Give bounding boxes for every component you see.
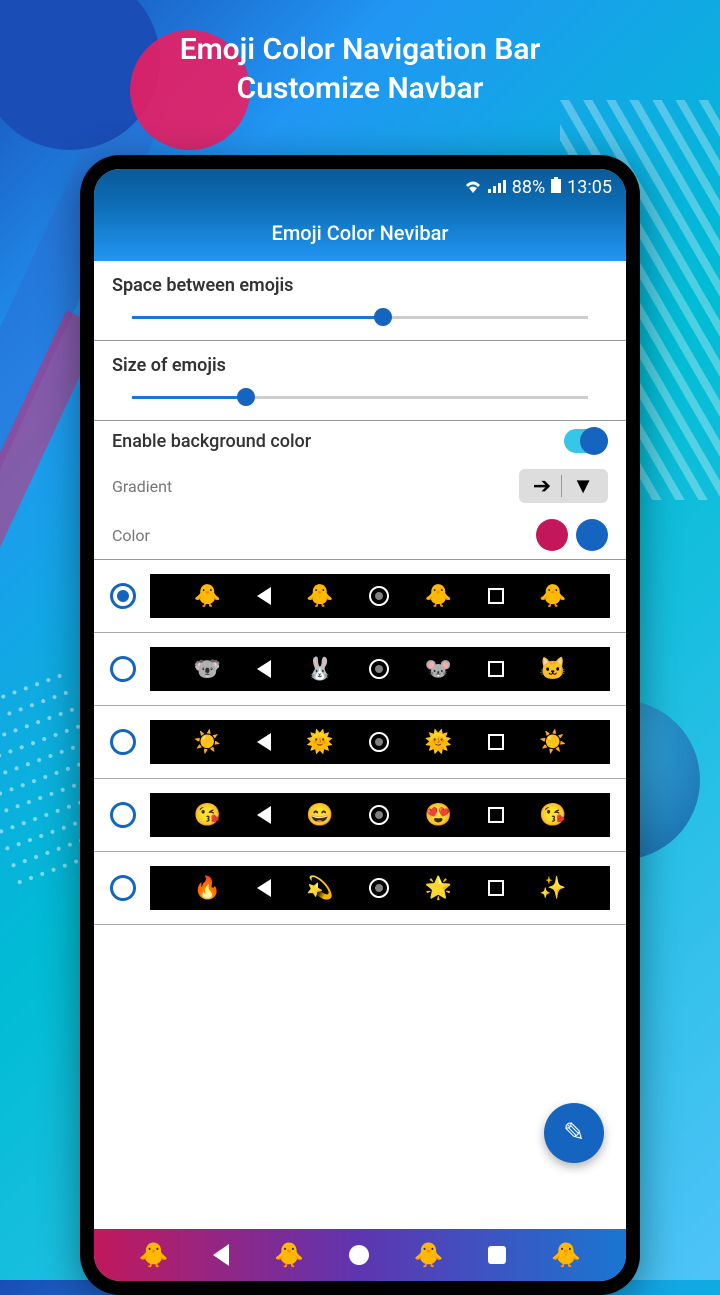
arrow-right-icon: ➔: [523, 474, 561, 499]
preset-radio[interactable]: [110, 729, 136, 755]
emoji-icon: 🐥: [539, 584, 566, 609]
nav-recent-icon: [488, 1246, 506, 1264]
gradient-direction-button[interactable]: ➔ ▼: [519, 469, 608, 503]
size-slider[interactable]: [112, 386, 608, 408]
emoji-icon: 🐰: [306, 657, 333, 682]
enable-bg-label: Enable background color: [112, 431, 311, 452]
preset-navbar-preview: 😘 😄 😍 😘: [150, 793, 610, 837]
preset-radio[interactable]: [110, 802, 136, 828]
nav-home-icon: [369, 659, 389, 679]
space-label: Space between emojis: [112, 275, 608, 296]
nav-recent-icon: [488, 734, 504, 750]
color-label: Color: [112, 526, 150, 545]
size-label: Size of emojis: [112, 355, 608, 376]
nav-home-icon: [369, 878, 389, 898]
emoji-icon: 🐥: [306, 584, 333, 609]
emoji-icon: 😘: [539, 803, 566, 828]
nav-home-icon: [349, 1245, 369, 1265]
emoji-icon: ☀️: [539, 730, 566, 755]
promo-line2: Customize Navbar: [40, 69, 680, 108]
emoji-icon: 🐥: [139, 1241, 169, 1269]
emoji-icon: 🐥: [551, 1241, 581, 1269]
clock-time: 13:05: [567, 177, 612, 198]
nav-back-icon: [257, 806, 271, 824]
nav-recent-icon: [488, 807, 504, 823]
battery-percent: 88%: [512, 177, 545, 198]
signal-icon: [488, 178, 506, 197]
emoji-icon: 🐥: [194, 584, 221, 609]
emoji-icon: 🌟: [425, 876, 452, 901]
nav-back-icon: [257, 587, 271, 605]
nav-back-icon: [257, 660, 271, 678]
color-row: Color: [94, 511, 626, 559]
edit-fab-button[interactable]: ✎: [544, 1103, 604, 1163]
emoji-icon: 💫: [306, 876, 333, 901]
emoji-icon: 🐥: [414, 1241, 444, 1269]
status-bar: 88% 13:05: [94, 169, 626, 205]
preset-row[interactable]: ☀️ 🌞 🌞 ☀️: [94, 706, 626, 779]
emoji-icon: 😘: [194, 803, 221, 828]
preset-radio[interactable]: [110, 583, 136, 609]
emoji-icon: 🐱: [539, 657, 566, 682]
preset-navbar-preview: 🔥 💫 🌟 ✨: [150, 866, 610, 910]
emoji-icon: 🌞: [306, 730, 333, 755]
battery-icon: [551, 177, 561, 197]
preset-radio[interactable]: [110, 656, 136, 682]
preset-row[interactable]: 🔥 💫 🌟 ✨: [94, 852, 626, 925]
nav-back-icon: [213, 1244, 229, 1266]
emoji-icon: 🌞: [425, 730, 452, 755]
nav-recent-icon: [488, 880, 504, 896]
chevron-down-icon: ▼: [562, 473, 604, 499]
emoji-icon: 😄: [306, 803, 333, 828]
emoji-icon: 🐥: [274, 1241, 304, 1269]
enable-bg-row: Enable background color: [94, 421, 626, 461]
preset-row[interactable]: 🐥 🐥 🐥 🐥: [94, 560, 626, 633]
preset-navbar-preview: 🐨 🐰 🐭 🐱: [150, 647, 610, 691]
nav-home-icon: [369, 732, 389, 752]
phone-screen: 88% 13:05 Emoji Color Nevibar Space betw…: [94, 169, 626, 1281]
size-section: Size of emojis: [94, 341, 626, 421]
content-area: Space between emojis Size of emojis: [94, 261, 626, 1229]
gradient-label: Gradient: [112, 477, 172, 496]
emoji-icon: 🐨: [194, 657, 221, 682]
emoji-icon: 🐥: [425, 584, 452, 609]
preset-navbar-preview: ☀️ 🌞 🌞 ☀️: [150, 720, 610, 764]
emoji-icon: 🔥: [194, 876, 221, 901]
wifi-icon: [464, 178, 482, 197]
space-section: Space between emojis: [94, 261, 626, 341]
preset-navbar-preview: 🐥 🐥 🐥 🐥: [150, 574, 610, 618]
app-title: Emoji Color Nevibar: [272, 221, 449, 245]
pencil-icon: ✎: [563, 1118, 585, 1148]
app-header: Emoji Color Nevibar: [94, 205, 626, 261]
gradient-row: Gradient ➔ ▼: [94, 461, 626, 511]
preset-list: 🐥 🐥 🐥 🐥 🐨 🐰 🐭 🐱 ☀️ 🌞 🌞 ☀️ 😘 😄 😍 😘 🔥 💫 🌟 ✨: [94, 560, 626, 925]
preset-row[interactable]: 🐨 🐰 🐭 🐱: [94, 633, 626, 706]
nav-home-icon: [369, 586, 389, 606]
enable-bg-toggle[interactable]: [564, 429, 608, 453]
nav-home-icon: [369, 805, 389, 825]
nav-recent-icon: [488, 661, 504, 677]
emoji-icon: 😍: [425, 803, 452, 828]
emoji-icon: ✨: [539, 876, 566, 901]
color-swatch-secondary[interactable]: [576, 519, 608, 551]
emoji-icon: ☀️: [194, 730, 221, 755]
phone-frame: 88% 13:05 Emoji Color Nevibar Space betw…: [80, 155, 640, 1295]
preset-radio[interactable]: [110, 875, 136, 901]
emoji-icon: 🐭: [425, 657, 452, 682]
preset-row[interactable]: 😘 😄 😍 😘: [94, 779, 626, 852]
bottom-navbar-preview: 🐥 🐥 🐥 🐥: [94, 1229, 626, 1281]
nav-recent-icon: [488, 588, 504, 604]
promo-line1: Emoji Color Navigation Bar: [40, 30, 680, 69]
space-slider[interactable]: [112, 306, 608, 328]
color-swatch-primary[interactable]: [536, 519, 568, 551]
nav-back-icon: [257, 733, 271, 751]
nav-back-icon: [257, 879, 271, 897]
promo-title: Emoji Color Navigation Bar Customize Nav…: [0, 0, 720, 118]
